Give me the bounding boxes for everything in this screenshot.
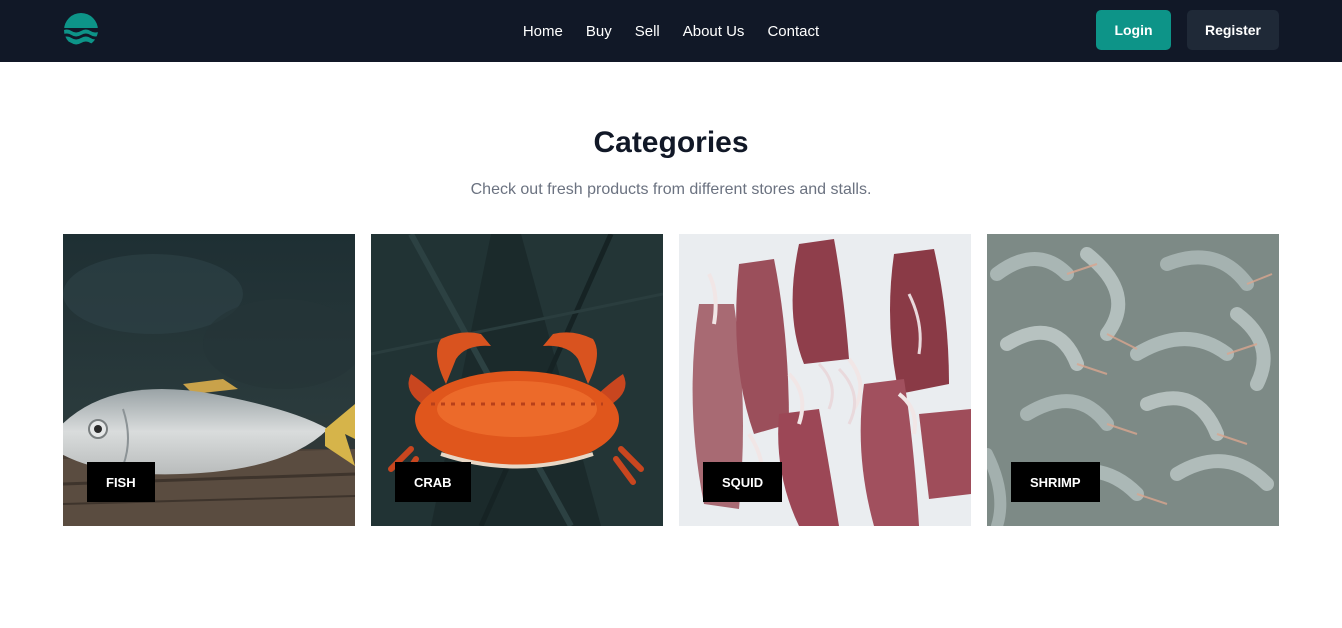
- nav-link-buy[interactable]: Buy: [586, 23, 612, 40]
- category-card-shrimp[interactable]: SHRIMP: [987, 234, 1279, 526]
- section-subtitle: Check out fresh products from different …: [470, 181, 872, 198]
- nav-link-about-us[interactable]: About Us: [683, 23, 745, 40]
- section-title: Categories: [593, 126, 749, 159]
- register-button[interactable]: Register: [1187, 10, 1279, 50]
- category-label-crab: CRAB: [395, 462, 471, 502]
- category-label-fish: FISH: [87, 462, 155, 502]
- category-label-squid: SQUID: [703, 462, 783, 502]
- category-card-squid[interactable]: SQUID: [679, 234, 971, 526]
- nav-link-home[interactable]: Home: [523, 23, 563, 40]
- nav-link-sell[interactable]: Sell: [635, 23, 660, 40]
- top-navbar: Home Buy Sell About Us Contact Login Reg…: [0, 0, 1342, 62]
- category-card-crab[interactable]: CRAB: [371, 234, 663, 526]
- wave-logo-icon[interactable]: [62, 13, 100, 47]
- nav-link-contact[interactable]: Contact: [767, 23, 819, 40]
- login-button[interactable]: Login: [1096, 10, 1171, 50]
- category-card-fish[interactable]: FISH: [63, 234, 355, 526]
- category-label-shrimp: SHRIMP: [1011, 462, 1100, 502]
